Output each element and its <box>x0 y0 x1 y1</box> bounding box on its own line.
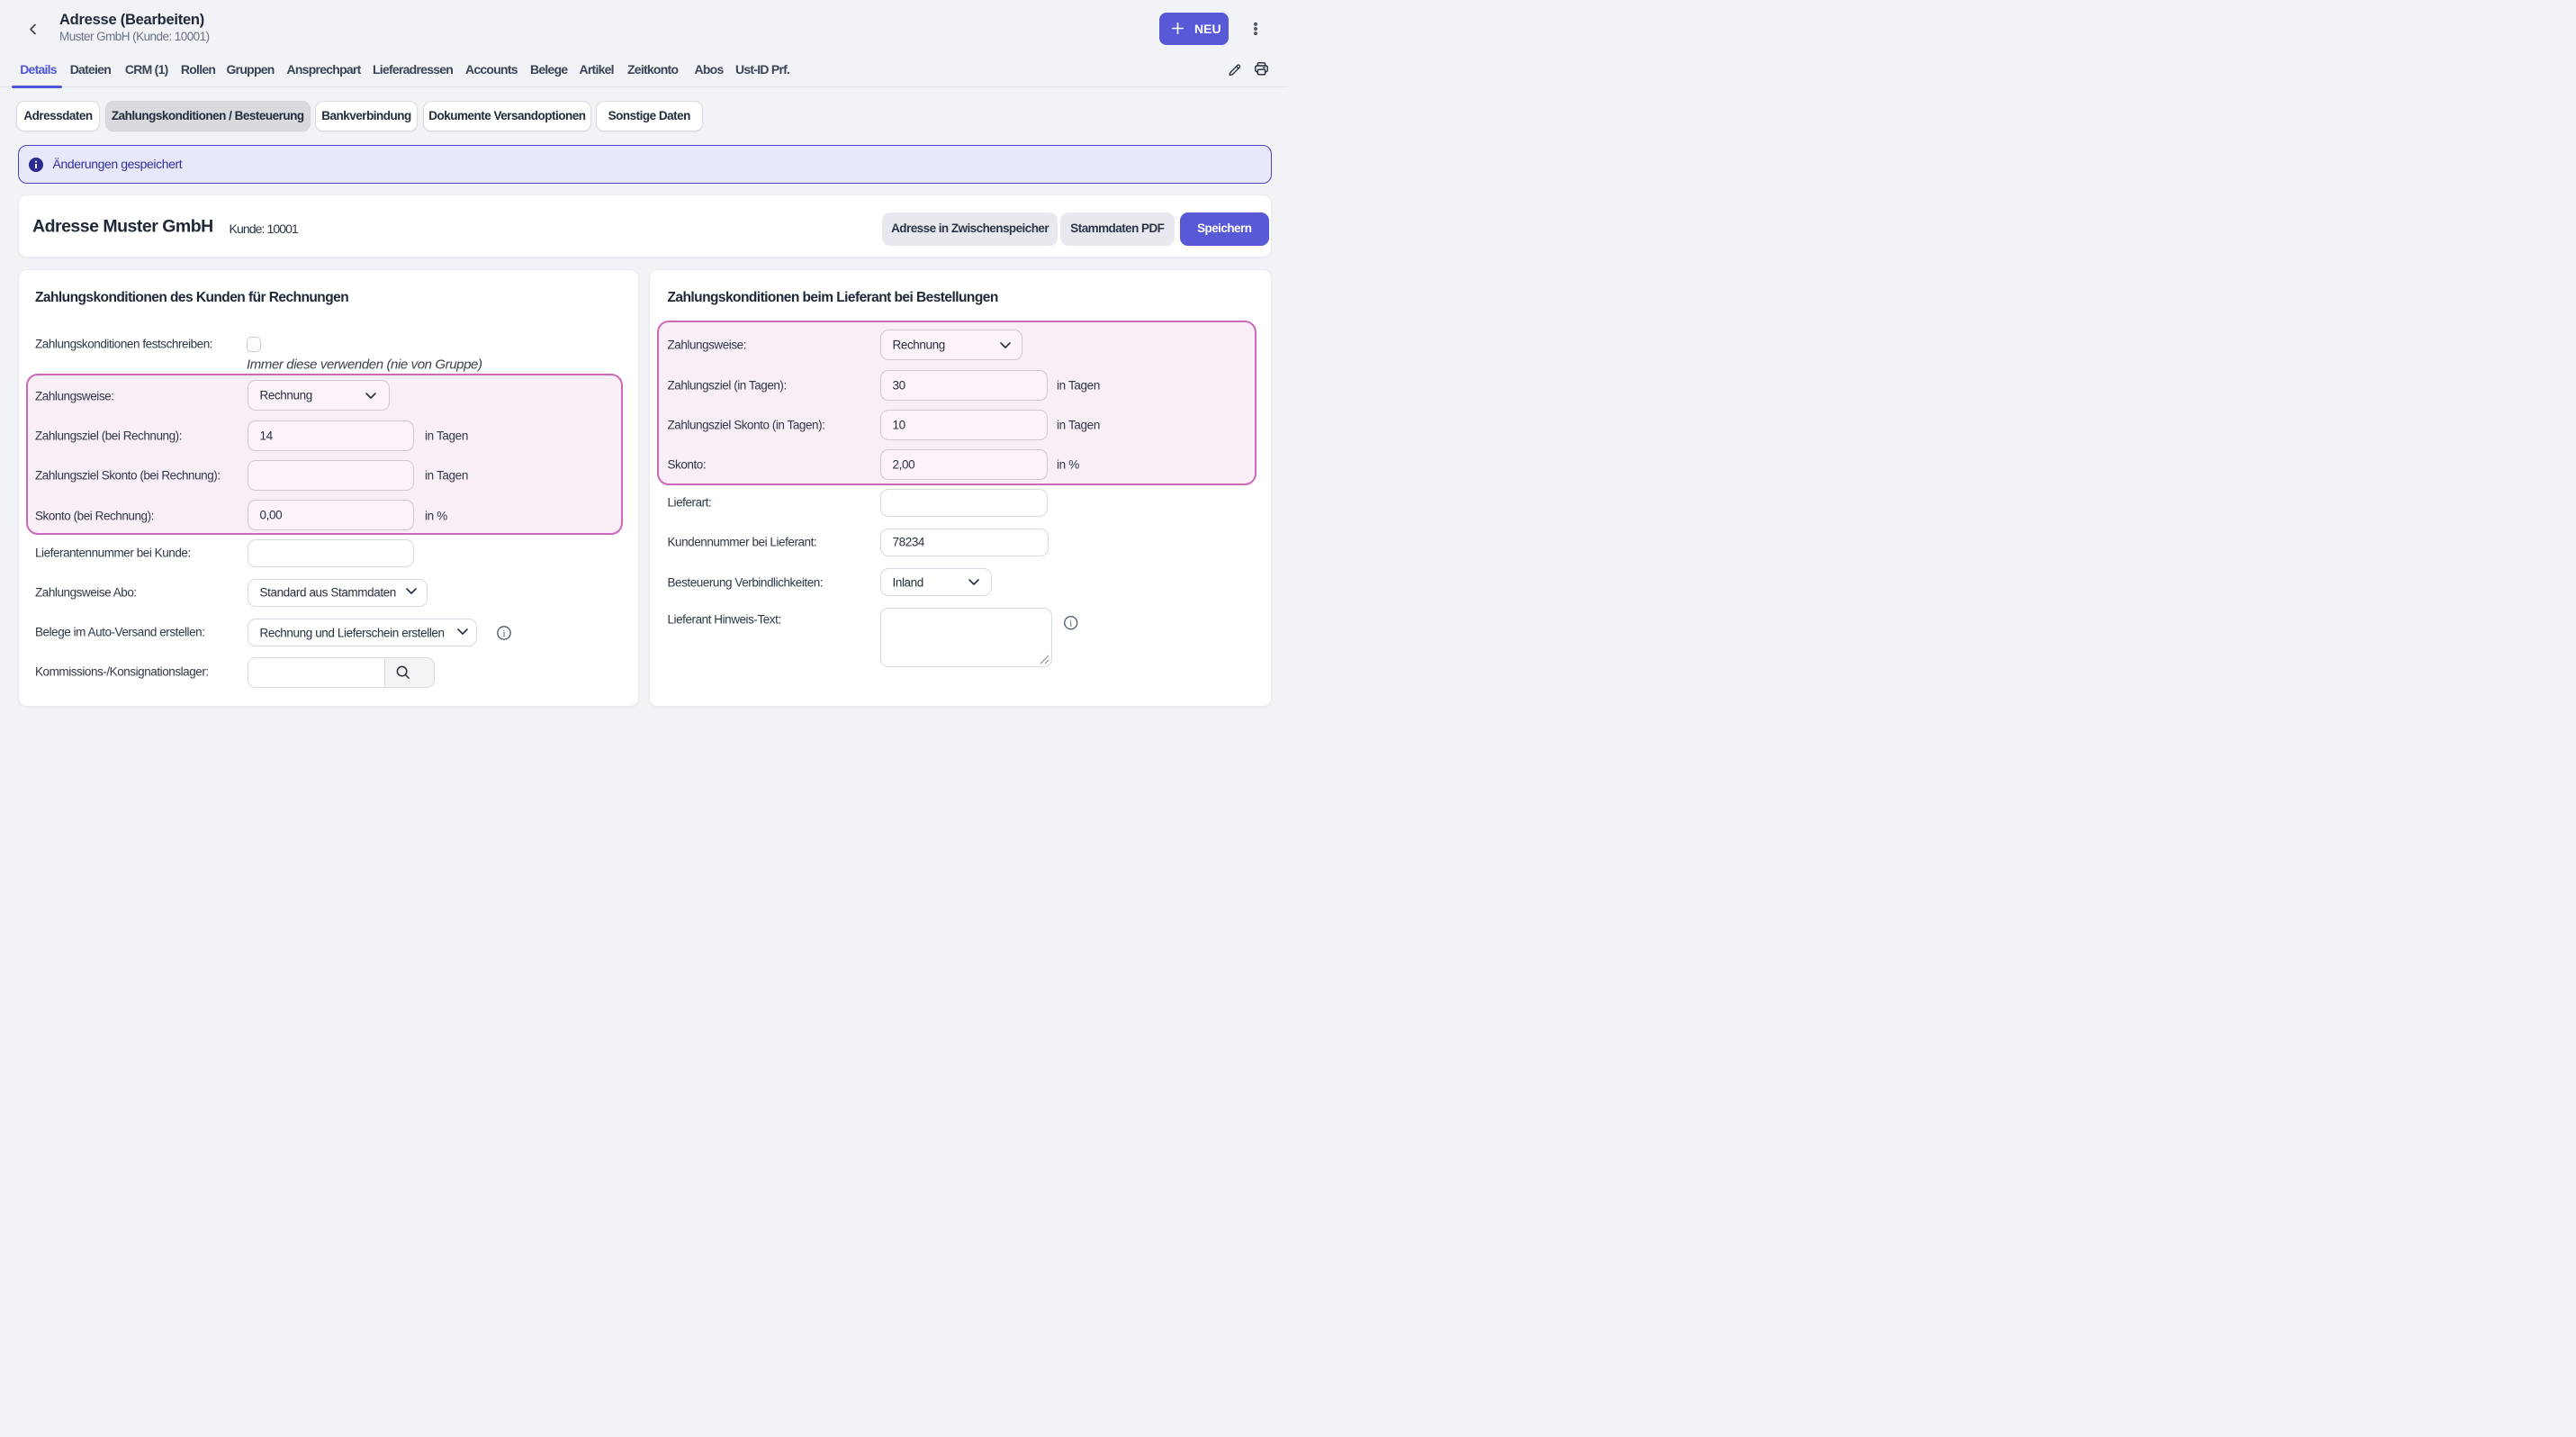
svg-text:i: i <box>1070 619 1073 629</box>
svg-text:i: i <box>502 628 505 638</box>
